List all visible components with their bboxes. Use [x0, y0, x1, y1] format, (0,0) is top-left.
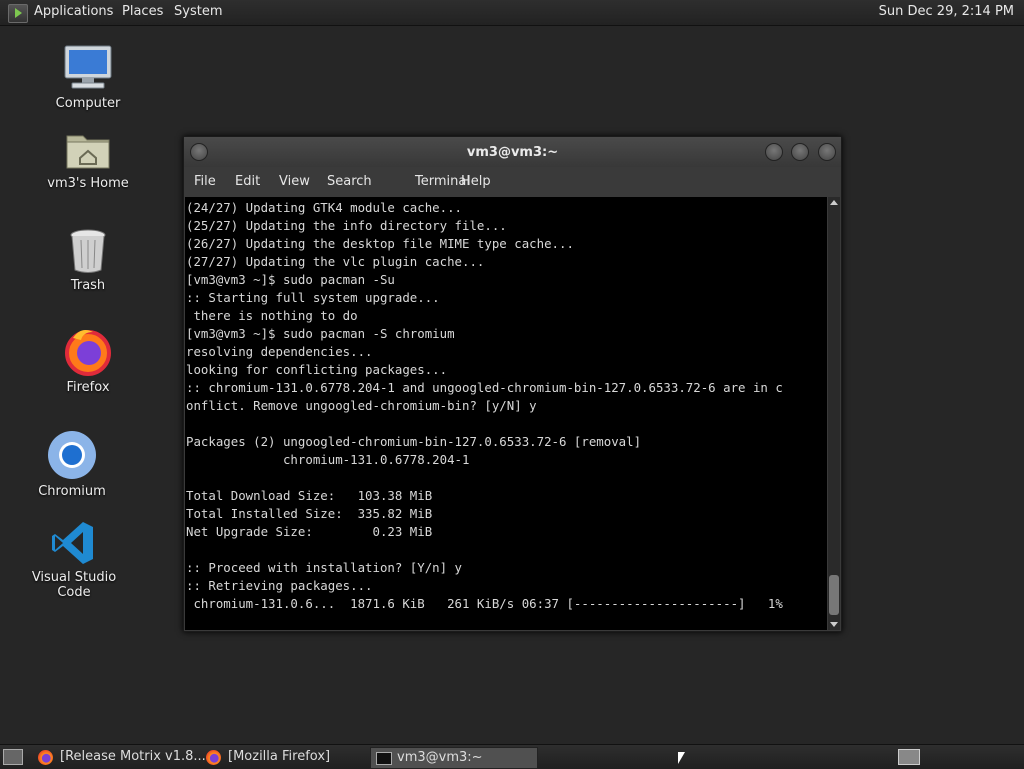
- terminal-line: there is nothing to do: [186, 308, 358, 323]
- terminal-line: :: Proceed with installation? [Y/n] y: [186, 560, 463, 575]
- close-button[interactable]: [818, 143, 836, 161]
- top-panel: Applications Places System Sun Dec 29, 2…: [0, 0, 1024, 26]
- terminal-line: (27/27) Updating the vlc plugin cache...: [186, 254, 485, 269]
- menu-places[interactable]: Places: [122, 4, 163, 19]
- terminal-line: resolving dependencies...: [186, 344, 373, 359]
- taskbar-item-label: [Mozilla Firefox]: [228, 749, 331, 764]
- taskbar-item-label: [Release Motrix v1.8....: [60, 749, 210, 764]
- mouse-cursor-icon: [678, 752, 685, 764]
- desktop-icon-chromium[interactable]: Chromium: [12, 430, 132, 499]
- minimize-button[interactable]: [765, 143, 783, 161]
- scroll-up-arrow-icon[interactable]: [828, 197, 840, 209]
- home-folder-icon: [66, 135, 110, 169]
- window-title: vm3@vm3:~: [466, 145, 559, 160]
- scroll-down-arrow-icon[interactable]: [828, 618, 840, 630]
- desktop-icon-vscode[interactable]: Visual Studio Code: [14, 520, 134, 600]
- terminal-line: Total Download Size: 103.38 MiB: [186, 488, 433, 503]
- terminal-line: [vm3@vm3 ~]$ sudo pacman -S chromium: [186, 326, 455, 341]
- chromium-icon: [48, 431, 96, 479]
- terminal-text: (24/27) Updating GTK4 module cache... (25…: [185, 197, 827, 613]
- terminal-line: chromium-131.0.6778.204-1: [186, 452, 470, 467]
- taskbar-item-terminal[interactable]: vm3@vm3:~: [370, 747, 538, 769]
- show-desktop-icon[interactable]: [3, 749, 23, 765]
- terminal-line: (25/27) Updating the info directory file…: [186, 218, 507, 233]
- menu-system[interactable]: System: [174, 4, 222, 19]
- terminal-output[interactable]: (24/27) Updating GTK4 module cache... (25…: [185, 197, 827, 630]
- desktop-icon-label: Trash: [70, 278, 106, 293]
- terminal-line: :: Retrieving packages...: [186, 578, 373, 593]
- bottom-panel: [Release Motrix v1.8.... [Mozilla Firefo…: [0, 744, 1024, 769]
- desktop-icon-label: Visual Studio Code: [31, 570, 117, 600]
- desktop-icon-label: vm3's Home: [47, 176, 129, 191]
- menu-view[interactable]: View: [279, 174, 310, 189]
- maximize-button[interactable]: [791, 143, 809, 161]
- vscode-icon: [52, 522, 93, 564]
- menu-applications[interactable]: Applications: [34, 4, 113, 19]
- terminal-line: Packages (2) ungoogled-chromium-bin-127.…: [186, 434, 642, 449]
- taskbar-item-firefox[interactable]: [Mozilla Firefox]: [202, 747, 366, 767]
- terminal-line: (26/27) Updating the desktop file MIME t…: [186, 236, 574, 251]
- scrollbar-thumb[interactable]: [829, 575, 839, 615]
- terminal-line: onflict. Remove ungoogled-chromium-bin? …: [186, 398, 537, 413]
- terminal-line: :: chromium-131.0.6778.204-1 and ungoogl…: [186, 380, 783, 395]
- desktop-icon-firefox[interactable]: Firefox: [28, 326, 148, 395]
- taskbar-item-motrix[interactable]: [Release Motrix v1.8....: [34, 747, 210, 767]
- computer-icon: [64, 45, 112, 89]
- menu-file[interactable]: File: [194, 174, 216, 189]
- clock[interactable]: Sun Dec 29, 2:14 PM: [879, 4, 1014, 19]
- desktop-icon-label: Chromium: [38, 484, 106, 499]
- trash-icon: [70, 229, 106, 273]
- applications-menu-icon[interactable]: [8, 4, 28, 23]
- menu-help[interactable]: Help: [461, 174, 491, 189]
- firefox-icon: [65, 330, 111, 376]
- desktop-icon-label: Firefox: [66, 380, 110, 395]
- desktop-icon-home[interactable]: vm3's Home: [28, 128, 148, 191]
- terminal-line: chromium-131.0.6... 1871.6 KiB 261 KiB/s…: [186, 596, 783, 611]
- terminal-line: Total Installed Size: 335.82 MiB: [186, 506, 433, 521]
- firefox-icon: [38, 750, 53, 765]
- terminal-icon: [376, 752, 392, 765]
- desktop-icon-computer[interactable]: Computer: [28, 44, 148, 111]
- menu-search[interactable]: Search: [327, 174, 372, 189]
- desktop-icon-label: Computer: [55, 96, 121, 111]
- terminal-window[interactable]: vm3@vm3:~ File Edit View Search Terminal…: [183, 136, 842, 632]
- terminal-line: (24/27) Updating GTK4 module cache...: [186, 200, 463, 215]
- terminal-line: :: Starting full system upgrade...: [186, 290, 440, 305]
- window-titlebar[interactable]: vm3@vm3:~: [184, 137, 841, 167]
- terminal-line: looking for conflicting packages...: [186, 362, 448, 377]
- terminal-line: Net Upgrade Size: 0.23 MiB: [186, 524, 433, 539]
- menu-edit[interactable]: Edit: [235, 174, 260, 189]
- desktop-icon-trash[interactable]: Trash: [28, 228, 148, 293]
- terminal-scrollbar[interactable]: [828, 197, 840, 630]
- workspace-switcher[interactable]: [898, 749, 920, 765]
- terminal-line: [vm3@vm3 ~]$ sudo pacman -Su: [186, 272, 395, 287]
- terminal-menubar: File Edit View Search Terminal Help: [184, 167, 841, 197]
- taskbar-item-label: vm3@vm3:~: [397, 750, 483, 765]
- firefox-icon: [206, 750, 221, 765]
